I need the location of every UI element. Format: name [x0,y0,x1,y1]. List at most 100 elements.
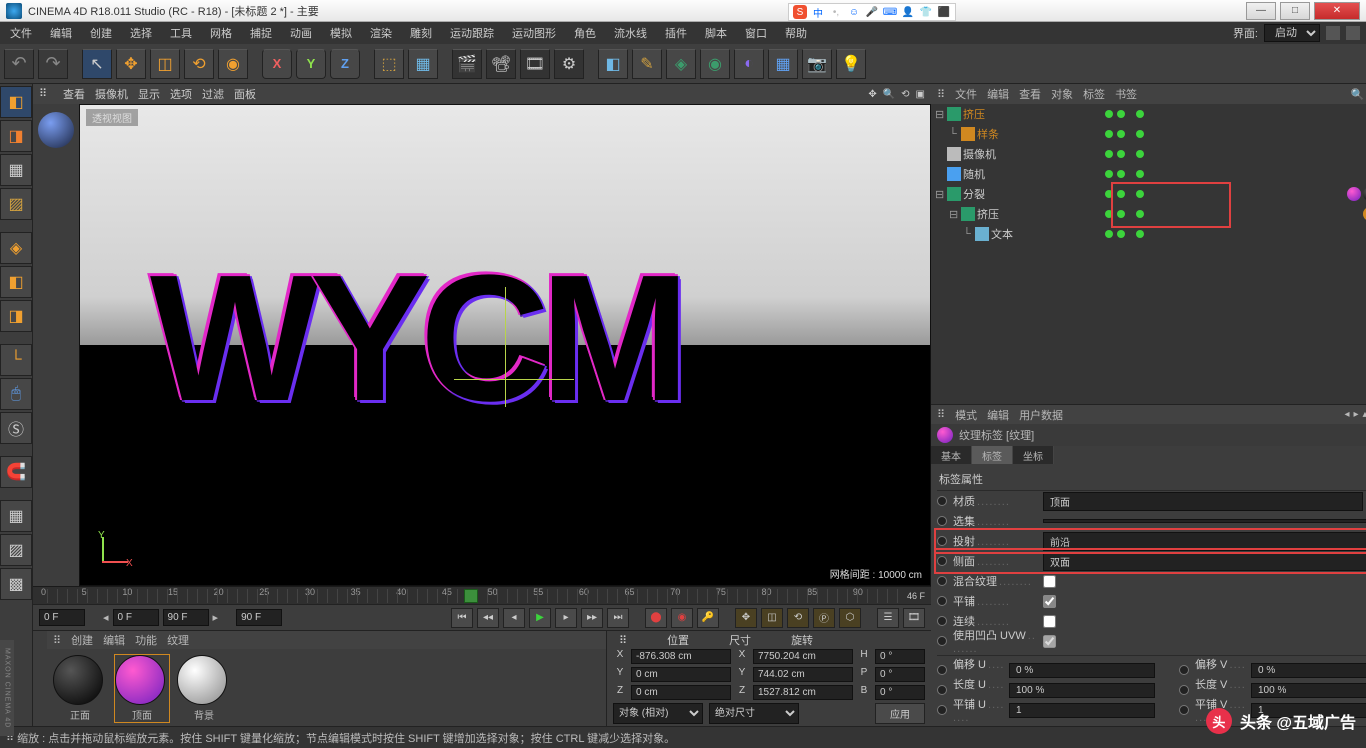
menu-模拟[interactable]: 模拟 [326,23,356,43]
animate-filter-2[interactable]: 🎞 [903,608,925,628]
tab-基本[interactable]: 基本 [931,446,972,464]
primitive-cube[interactable]: ◧ [598,49,628,79]
menu-网格[interactable]: 网格 [206,23,236,43]
menu-选择[interactable]: 选择 [126,23,156,43]
last-tool[interactable]: ◉ [218,49,248,79]
snap-tool[interactable]: Ⓢ [0,412,32,444]
coord-input[interactable] [753,685,853,700]
nav-back[interactable]: ◂ [1344,409,1349,420]
range-end[interactable] [236,609,282,626]
camera-button[interactable]: 📷 [802,49,832,79]
menu-运动图形[interactable]: 运动图形 [508,23,560,43]
menu-工具[interactable]: 工具 [166,23,196,43]
select-tool[interactable]: ↖ [82,49,112,79]
menu-文件[interactable]: 文件 [6,23,36,43]
menu-窗口[interactable]: 窗口 [741,23,771,43]
magnet-tool[interactable]: 🧲 [0,456,32,488]
attr-row[interactable]: 使用凹凸 UVW [937,631,1366,651]
material-背景[interactable]: 背景 [177,655,231,722]
menu-插件[interactable]: 插件 [661,23,691,43]
vp-menu-摄像机[interactable]: 摄像机 [95,86,128,102]
record-button[interactable]: ⬤ [645,608,667,628]
coord-input[interactable] [753,667,853,682]
workplane-3[interactable]: ▦ [0,500,32,532]
key-rot[interactable]: ⟲ [787,608,809,628]
nav-up[interactable]: ▴ [1363,409,1366,420]
obj-menu-查看[interactable]: 查看 [1019,86,1041,102]
rotate-tool[interactable]: ⟲ [184,49,214,79]
key-scale[interactable]: ◫ [761,608,783,628]
autokey-button[interactable]: ◉ [671,608,693,628]
attr-row[interactable]: 材质顶面▸ [937,491,1366,511]
redo-button[interactable]: ↷ [38,49,68,79]
search-icon[interactable]: 🔍 [1351,88,1365,101]
axis-tool[interactable]: └ [0,344,32,376]
scale-tool[interactable]: ◫ [150,49,180,79]
coord-system[interactable]: ⬚ [374,49,404,79]
spline-pen[interactable]: ✎ [632,49,662,79]
menu-创建[interactable]: 创建 [86,23,116,43]
nav-fwd[interactable]: ▸ [1354,409,1359,420]
layout-icon[interactable] [1326,26,1340,40]
object-tree[interactable]: ⊟挤压 └样条 摄像机 随机 ⊟分裂 ⊟挤压 └文本 [931,104,1366,404]
render-region[interactable]: 🎞 [520,49,550,79]
size-mode-select[interactable]: 绝对尺寸 [709,703,799,724]
mat-menu-创建[interactable]: 创建 [71,632,93,648]
obj-menu-书签[interactable]: 书签 [1115,86,1137,102]
coord-mode-select[interactable]: 对象 (相对) [613,703,703,724]
attr-row[interactable]: 投射前沿▾ [937,531,1366,551]
generator-2[interactable]: ◉ [700,49,730,79]
deformer[interactable]: ◐ [734,49,764,79]
render-settings[interactable]: ⚙ [554,49,584,79]
coord-input[interactable] [631,649,731,664]
object-row[interactable]: ⊟分裂 [931,184,1366,204]
key-pla[interactable]: ⬡ [839,608,861,628]
vp-zoom-icon[interactable]: 🔍 [883,89,895,100]
y-lock[interactable]: Y [296,49,326,79]
environment[interactable]: ▦ [768,49,798,79]
menu-渲染[interactable]: 渲染 [366,23,396,43]
timeline-marker[interactable] [464,589,478,603]
keyframe-sel[interactable]: 🔑 [697,608,719,628]
key-pos[interactable]: ✥ [735,608,757,628]
coord-input[interactable] [631,685,731,700]
vp-menu-面板[interactable]: 面板 [234,86,256,102]
object-row[interactable]: 随机 [931,164,1366,184]
attr-row[interactable]: 平铺 [937,591,1366,611]
coord-input[interactable] [875,685,925,700]
coord-input[interactable] [753,649,853,664]
viewport[interactable]: 透视视图 WYCM YX 网格间距 : 10000 cm [79,104,931,586]
move-tool[interactable]: ✥ [116,49,146,79]
obj-menu-标签[interactable]: 标签 [1083,86,1105,102]
next-frame[interactable]: ▸ [555,608,577,628]
timeline-ruler[interactable]: 051015202530354045505560657075808590 46 … [33,586,931,604]
workplane-mode[interactable]: ▦ [0,154,32,186]
menu-帮助[interactable]: 帮助 [781,23,811,43]
ime-bar[interactable]: S 中•, ☺🎤 ⌨👤 👕⬛ [788,3,956,21]
layout-icon-2[interactable] [1346,26,1360,40]
render-view[interactable]: ▦ [408,49,438,79]
z-lock[interactable]: Z [330,49,360,79]
object-row[interactable]: ⊟挤压 [931,204,1366,224]
goto-start[interactable]: ⏮ [451,608,473,628]
material-正面[interactable]: 正面 [53,655,107,722]
undo-button[interactable]: ↶ [4,49,34,79]
attr-row[interactable]: 选集 [937,511,1366,531]
attr-menu-模式[interactable]: 模式 [955,407,977,423]
tab-标签[interactable]: 标签 [972,446,1013,464]
maximize-button[interactable]: □ [1280,2,1310,20]
mat-menu-编辑[interactable]: 编辑 [103,632,125,648]
workplane-5[interactable]: ▩ [0,568,32,600]
object-row[interactable]: └文本 [931,224,1366,244]
mat-menu-纹理[interactable]: 纹理 [167,632,189,648]
key-param[interactable]: Ⓟ [813,608,835,628]
coord-input[interactable] [631,667,731,682]
attr-menu-编辑[interactable]: 编辑 [987,407,1009,423]
menu-编辑[interactable]: 编辑 [46,23,76,43]
menu-角色[interactable]: 角色 [570,23,600,43]
object-row[interactable]: 摄像机 [931,144,1366,164]
obj-menu-文件[interactable]: 文件 [955,86,977,102]
workplane-4[interactable]: ▨ [0,534,32,566]
goto-end[interactable]: ⏭ [607,608,629,628]
next-key[interactable]: ▸▸ [581,608,603,628]
